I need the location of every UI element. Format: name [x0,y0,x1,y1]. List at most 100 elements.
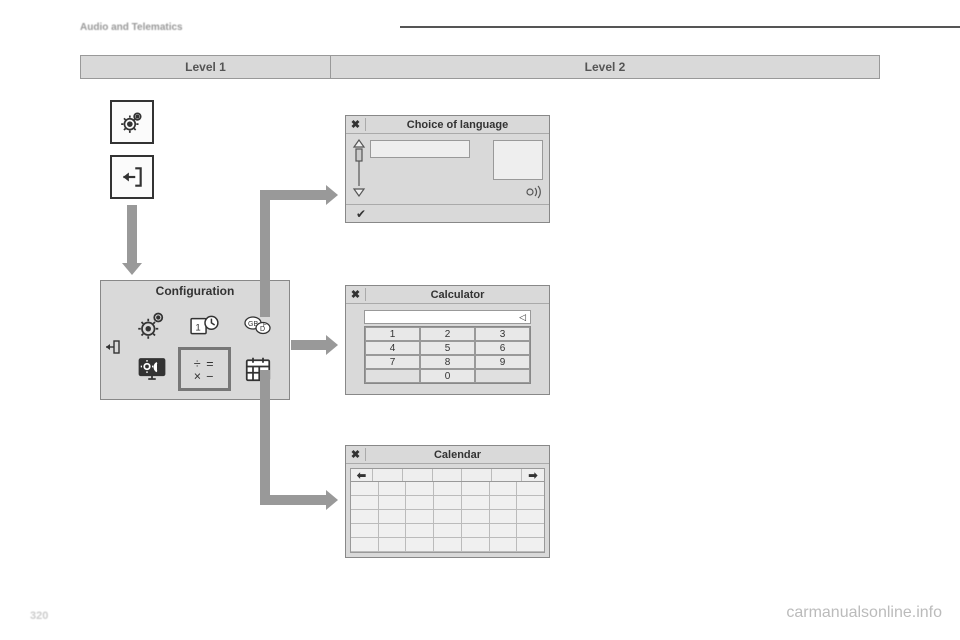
calendar-cell[interactable] [517,538,544,552]
calendar-cell[interactable] [517,496,544,510]
calc-key-blank [475,369,530,383]
calc-key-7[interactable]: 7 [365,355,420,369]
level-header-bar: Level 1 Level 2 [80,55,880,79]
close-icon[interactable]: ✖ [346,288,366,301]
svg-text:1: 1 [195,322,200,333]
calendar-prev-button[interactable]: ⬅ [351,469,373,481]
calendar-panel: ✖ Calendar ⬅ ➡ [345,445,550,558]
calendar-cell[interactable] [379,538,407,552]
calendar-cell[interactable] [379,482,407,496]
calendar-cell[interactable] [351,510,379,524]
calendar-cell[interactable] [434,496,462,510]
calendar-cell[interactable] [351,524,379,538]
calc-key-6[interactable]: 6 [475,341,530,355]
calendar-nav: ⬅ ➡ [350,468,545,482]
calendar-cell[interactable] [462,510,490,524]
calendar-cell[interactable] [462,496,490,510]
calc-key-2[interactable]: 2 [420,327,475,341]
calendar-cell[interactable] [434,510,462,524]
calendar-cell[interactable] [462,538,490,552]
level-2-header: Level 2 [331,56,879,78]
calendar-cell[interactable] [406,482,434,496]
arrow-to-calculator [291,340,328,350]
display-icon [137,354,167,384]
calendar-header-cell [492,469,522,481]
config-item-calculator[interactable]: ÷=×− [180,349,229,389]
config-exit-icon[interactable] [105,339,121,355]
language-panel: ✖ Choice of language ✔ [345,115,550,223]
calendar-grid [350,482,545,553]
connector-line [260,195,270,317]
calc-key-1[interactable]: 1 [365,327,420,341]
calendar-cell[interactable] [517,482,544,496]
watermark: carmanualsonline.info [786,604,942,622]
page-number: 320 [30,610,48,622]
calendar-cell[interactable] [379,510,407,524]
svg-text:×: × [193,369,200,383]
calc-key-0[interactable]: 0 [420,369,475,383]
config-item-display[interactable] [127,349,176,389]
calculator-panel: ✖ Calculator ◁ 1 2 3 4 5 6 7 8 9 0 [345,285,550,395]
calendar-cell[interactable] [462,482,490,496]
exit-icon [119,164,145,190]
connector-line [260,375,270,500]
calendar-cell[interactable] [517,524,544,538]
config-item-settings[interactable] [127,305,176,345]
calendar-cell[interactable] [517,510,544,524]
svg-text:F: F [263,323,267,329]
calendar-cell[interactable] [490,524,518,538]
calc-key-9[interactable]: 9 [475,355,530,369]
config-item-calendar[interactable] [233,349,282,389]
exit-button[interactable] [110,155,154,199]
connector-line [260,370,270,380]
gear-icon [119,109,145,135]
calendar-cell[interactable] [351,538,379,552]
arrow-down [127,205,137,265]
speech-icon [525,185,541,202]
calendar-cell[interactable] [406,538,434,552]
calc-key-4[interactable]: 4 [365,341,420,355]
calc-key-5[interactable]: 5 [420,341,475,355]
settings-button[interactable] [110,100,154,144]
calendar-next-button[interactable]: ➡ [522,469,544,481]
scrollbar-icon[interactable] [352,138,366,198]
calc-key-8[interactable]: 8 [420,355,475,369]
calc-key-3[interactable]: 3 [475,327,530,341]
calendar-cell[interactable] [490,482,518,496]
calendar-cell[interactable] [406,510,434,524]
calendar-cell[interactable] [351,482,379,496]
language-list-item[interactable] [370,140,470,158]
calendar-cell[interactable] [434,538,462,552]
calendar-cell[interactable] [379,496,407,510]
calendar-header-cell [433,469,463,481]
calculator-keypad: 1 2 3 4 5 6 7 8 9 0 [364,326,531,384]
calendar-cell[interactable] [379,524,407,538]
arrow-to-calendar [260,495,328,505]
gears-icon [137,310,167,340]
calendar-header-cell [403,469,433,481]
calendar-cell[interactable] [406,496,434,510]
calendar-cell[interactable] [351,496,379,510]
calendar-header-cell [373,469,403,481]
calendar-panel-title: Calendar [366,449,549,461]
calendar-cell[interactable] [490,496,518,510]
calculator-panel-title: Calculator [366,289,549,301]
config-item-datetime[interactable]: 1 [180,305,229,345]
calendar-cell[interactable] [462,524,490,538]
calendar-cell[interactable] [490,510,518,524]
header-rule [400,26,960,28]
level-1-header: Level 1 [81,56,331,78]
calendar-cell[interactable] [490,538,518,552]
close-icon[interactable]: ✖ [346,118,366,131]
date-time-icon: 1 [190,310,220,340]
language-panel-title: Choice of language [366,119,549,131]
arrow-to-language [260,190,328,200]
calendar-cell[interactable] [434,524,462,538]
close-icon[interactable]: ✖ [346,448,366,461]
confirm-button[interactable]: ✔ [346,204,549,222]
config-item-language[interactable]: GBDF [233,305,282,345]
calendar-cell[interactable] [406,524,434,538]
section-title: Audio and Telematics [80,22,183,33]
calculator-icon: ÷=×− [190,354,220,384]
calendar-cell[interactable] [434,482,462,496]
